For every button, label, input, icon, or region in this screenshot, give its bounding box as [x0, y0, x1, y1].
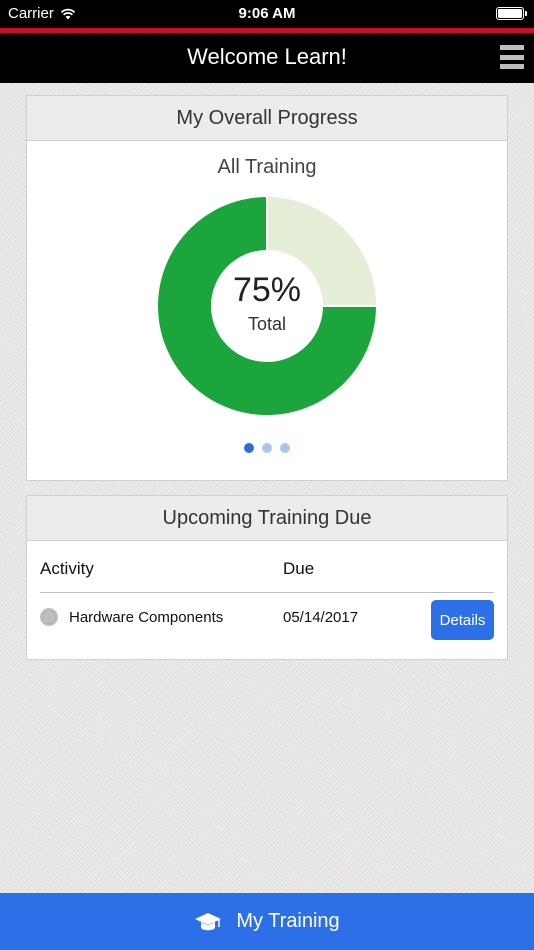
page-dot-3[interactable] — [280, 443, 290, 453]
chart-title: All Training — [217, 156, 317, 178]
status-bar: Carrier 9:06 AM — [0, 0, 534, 28]
upcoming-card-header: Upcoming Training Due — [27, 496, 507, 541]
carrier-label: Carrier — [8, 5, 54, 22]
donut-center: 75% Total — [157, 271, 377, 335]
page-title: Welcome Learn! — [187, 44, 347, 69]
table-header: Activity Due — [40, 559, 494, 593]
status-time: 9:06 AM — [238, 5, 296, 22]
my-training-label: My Training — [236, 910, 340, 932]
progress-percent: 75% — [232, 271, 302, 309]
carrier-info: Carrier — [8, 5, 76, 22]
progress-total-label: Total — [247, 314, 287, 334]
nav-bar: Welcome Learn! — [0, 33, 534, 83]
table-row: Hardware Components 05/14/2017 Details — [40, 600, 494, 640]
column-activity: Activity — [40, 559, 94, 578]
overall-progress-card: My Overall Progress All Training 75% Tot… — [26, 95, 508, 481]
due-date: 05/14/2017 — [283, 609, 359, 626]
page-indicator[interactable] — [27, 443, 507, 453]
my-training-button[interactable]: My Training — [0, 893, 534, 950]
activity-name: Hardware Components — [69, 609, 224, 626]
battery-icon — [496, 7, 527, 20]
wifi-icon — [60, 8, 76, 19]
progress-card-header: My Overall Progress — [27, 96, 507, 141]
status-radio-icon[interactable] — [40, 608, 58, 626]
column-due: Due — [283, 559, 315, 578]
details-button[interactable]: Details — [431, 600, 494, 640]
hamburger-menu-icon[interactable] — [500, 45, 524, 69]
page-dot-1[interactable] — [244, 443, 254, 453]
page-dot-2[interactable] — [262, 443, 272, 453]
upcoming-training-card: Upcoming Training Due Activity Due Hardw… — [26, 495, 508, 660]
graduation-cap-icon — [195, 912, 222, 930]
